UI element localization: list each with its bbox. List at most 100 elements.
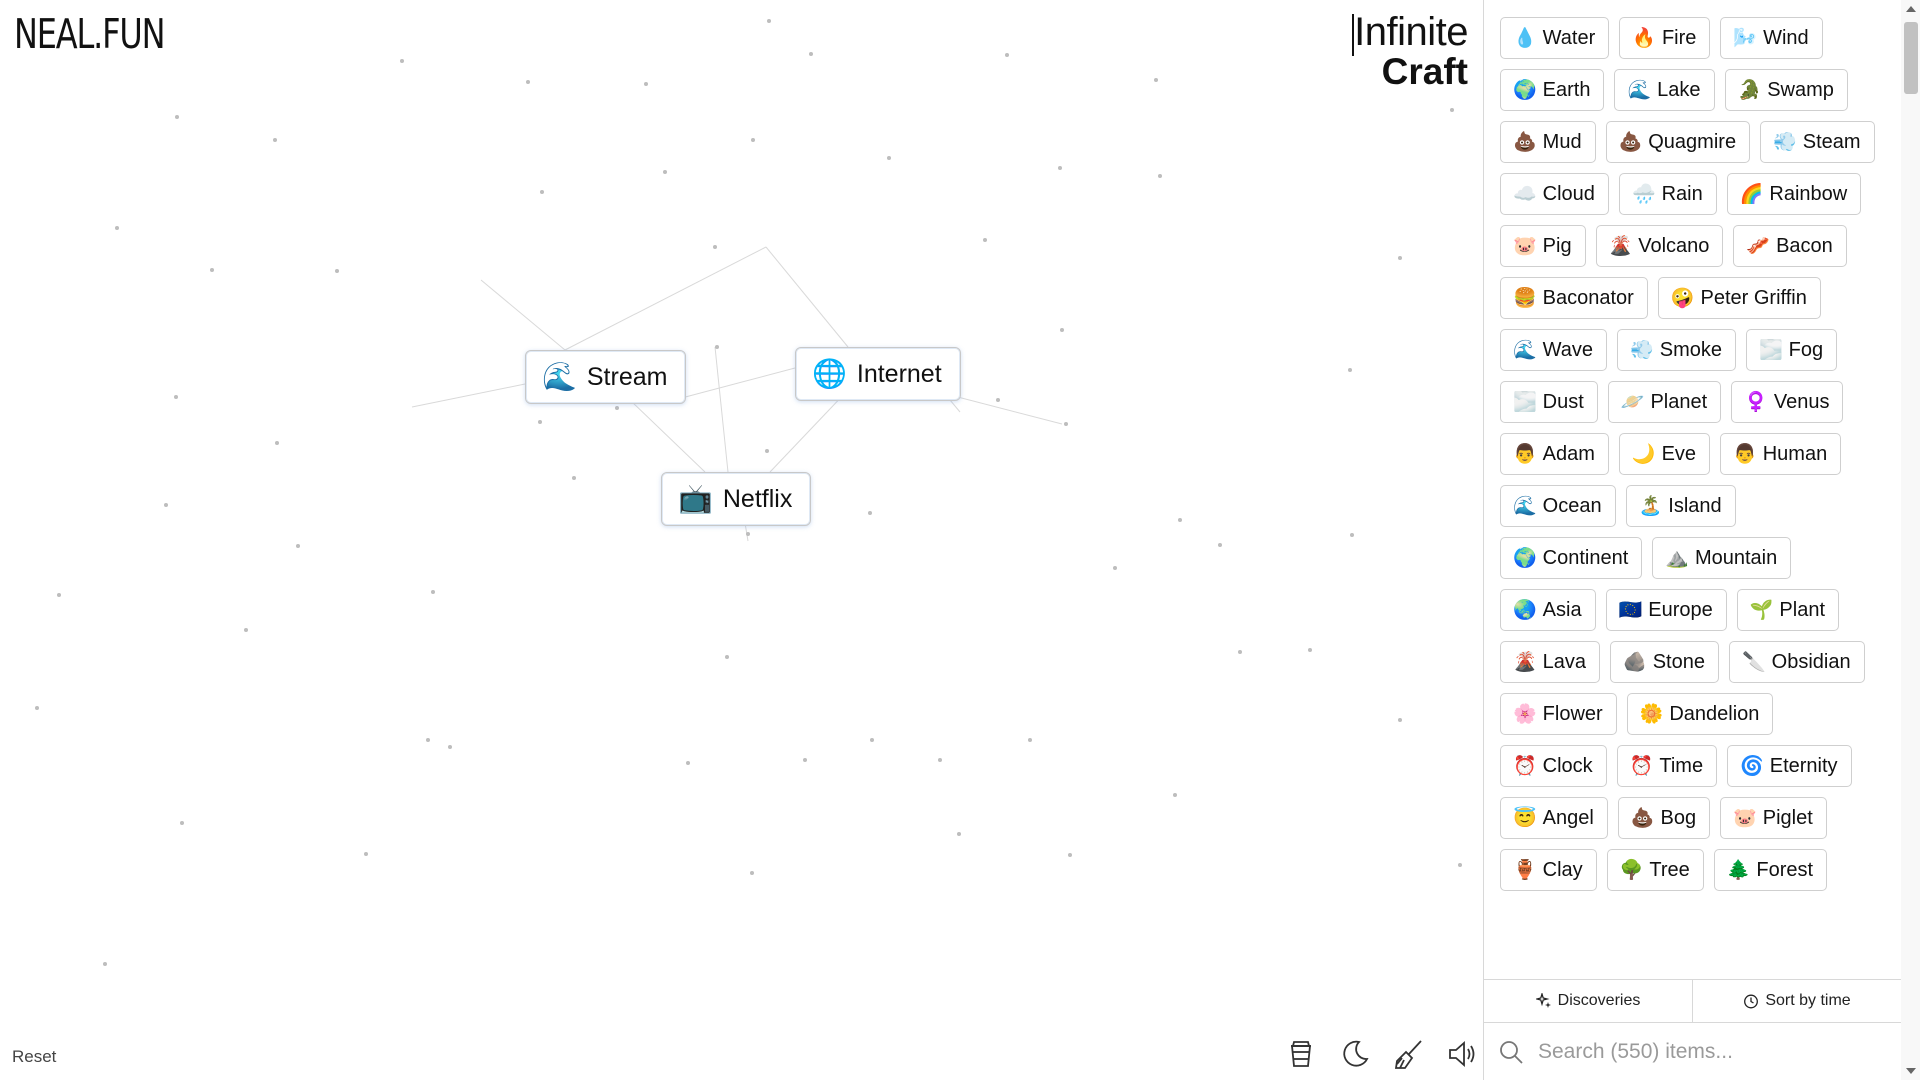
broom-icon[interactable] [1393,1038,1425,1070]
item-stone[interactable]: 🪨 Stone [1610,641,1719,683]
search-bar [1484,1024,1901,1080]
item-cloud[interactable]: ☁️ Cloud [1500,173,1609,215]
item-label: Water [1542,26,1596,49]
item-adam[interactable]: 👨 Adam [1500,433,1609,475]
instance-label: Stream [586,362,668,391]
item-flower[interactable]: 🌸 Flower [1500,693,1617,735]
item-mud[interactable]: 💩 Mud [1500,121,1596,163]
speaker-icon[interactable] [1447,1038,1479,1070]
item-obsidian[interactable]: 🔪 Obsidian [1728,641,1865,683]
item-label: Pig [1542,234,1572,257]
item-earth[interactable]: 🌍 Earth [1500,69,1605,111]
item-baconator[interactable]: 🍔 Baconator [1500,277,1648,319]
item-label: Smoke [1659,338,1722,361]
item-asia[interactable]: 🌏 Asia [1500,589,1596,631]
discoveries-button[interactable]: Discoveries [1484,980,1692,1022]
item-wind[interactable]: 🌬️ Wind [1720,17,1823,59]
particle-dot [1064,422,1068,426]
particle-link [765,246,849,348]
item-clock[interactable]: ⏰ Clock [1500,745,1607,787]
item-emoji-icon: 🤪 [1670,287,1695,309]
item-steam[interactable]: 💨 Steam [1760,121,1875,163]
particle-link [480,279,566,351]
item-mountain[interactable]: ⛰️ Mountain [1652,537,1792,579]
app-title: Infinite Craft [1352,12,1468,92]
item-island[interactable]: 🏝️ Island [1625,485,1736,527]
item-lake[interactable]: 🌊 Lake [1614,69,1715,111]
particle-dot [887,156,891,160]
item-emoji-icon: 🌊 [1627,79,1652,101]
item-smoke[interactable]: 💨 Smoke [1617,329,1736,371]
sparkle-icon [1535,993,1551,1008]
item-planet[interactable]: 🪐 Planet [1607,381,1722,423]
particle-dot [540,190,544,194]
site-logo[interactable]: NEAL.FUN [14,10,166,58]
item-bacon[interactable]: 🥓 Bacon [1733,225,1847,267]
canvas-instance-netflix[interactable]: 📺 Netflix [661,472,812,526]
item-europe[interactable]: 🇪🇺 Europe [1605,589,1727,631]
item-swamp[interactable]: 🐊 Swamp [1724,69,1848,111]
item-lava[interactable]: 🌋 Lava [1500,641,1601,683]
sort-button[interactable]: Sort by time [1692,980,1901,1022]
item-emoji-icon: ♀️ [1744,391,1768,413]
scroll-down-arrow-icon[interactable] [1906,1068,1916,1074]
item-human[interactable]: 👨 Human [1720,433,1842,475]
item-label: Angel [1542,806,1594,829]
particle-link [564,246,767,351]
item-fire[interactable]: 🔥 Fire [1619,17,1711,59]
item-rainbow[interactable]: 🌈 Rainbow [1726,173,1862,215]
scrollbar-thumb[interactable] [1904,22,1918,94]
instance-label: Netflix [722,484,793,513]
reset-button[interactable]: Reset [12,1047,56,1067]
item-rain[interactable]: 🌧️ Rain [1618,173,1717,215]
canvas-instance-internet[interactable]: 🌐 Internet [795,347,961,401]
scrollbar[interactable] [1901,0,1920,1080]
item-fog[interactable]: 🌫️ Fog [1745,329,1838,371]
item-volcano[interactable]: 🌋 Volcano [1595,225,1724,267]
item-emoji-icon: 🌳 [1619,859,1644,881]
item-water[interactable]: 💧 Water [1500,17,1610,59]
item-dandelion[interactable]: 🌼 Dandelion [1626,693,1774,735]
item-angel[interactable]: 😇 Angel [1500,797,1608,839]
item-label: Earth [1542,78,1591,101]
item-clay[interactable]: 🏺 Clay [1500,849,1597,891]
canvas-instance-stream[interactable]: 🌊 Stream [525,350,687,404]
particle-dot [164,503,168,507]
particle-dot [400,59,404,63]
item-emoji-icon: 🌊 [1513,339,1537,361]
item-piglet[interactable]: 🐷 Piglet [1720,797,1827,839]
particle-link [949,394,1063,425]
item-wave[interactable]: 🌊 Wave [1500,329,1608,371]
particle-dot [35,706,39,710]
item-eve[interactable]: 🌙 Eve [1618,433,1711,475]
item-bog[interactable]: 💩 Bog [1617,797,1711,839]
item-label: Mountain [1694,546,1778,569]
item-emoji-icon: 🌼 [1639,703,1664,725]
crafting-canvas[interactable]: NEAL.FUN Infinite Craft 🌊 Stream 🌐 Inter… [0,0,1483,1080]
item-emoji-icon: 🔪 [1741,651,1766,673]
item-peter-griffin[interactable]: 🤪 Peter Griffin [1657,277,1821,319]
item-ocean[interactable]: 🌊 Ocean [1500,485,1616,527]
item-tree[interactable]: 🌳 Tree [1606,849,1704,891]
item-continent[interactable]: 🌍 Continent [1500,537,1643,579]
item-venus[interactable]: ♀️ Venus [1731,381,1844,423]
search-input[interactable] [1536,1039,1880,1065]
item-label: Wave [1542,338,1594,361]
item-quagmire[interactable]: 💩 Quagmire [1605,121,1751,163]
item-time[interactable]: ⏰ Time [1616,745,1718,787]
scroll-up-arrow-icon[interactable] [1906,6,1916,12]
item-eternity[interactable]: 🌀 Eternity [1727,745,1852,787]
particle-dot [1238,650,1242,654]
particle-dot [1218,543,1222,547]
moon-icon[interactable] [1339,1038,1371,1070]
item-emoji-icon: 👨 [1733,443,1757,465]
item-plant[interactable]: 🌱 Plant [1736,589,1840,631]
item-label: Lava [1542,650,1587,673]
item-dust[interactable]: 🌫️ Dust [1500,381,1598,423]
item-emoji-icon: 🌊 [1513,495,1537,517]
coffee-cup-icon[interactable] [1285,1038,1317,1070]
item-forest[interactable]: 🌲 Forest [1713,849,1828,891]
items-list: 💧 Water 🔥 Fire 🌬️ Wind 🌍 Earth 🌊 Lake 🐊 Swamp 💩 Mud 💩 Q… [1500,17,1880,891]
particle-dot [1308,648,1312,652]
item-pig[interactable]: 🐷 Pig [1500,225,1586,267]
